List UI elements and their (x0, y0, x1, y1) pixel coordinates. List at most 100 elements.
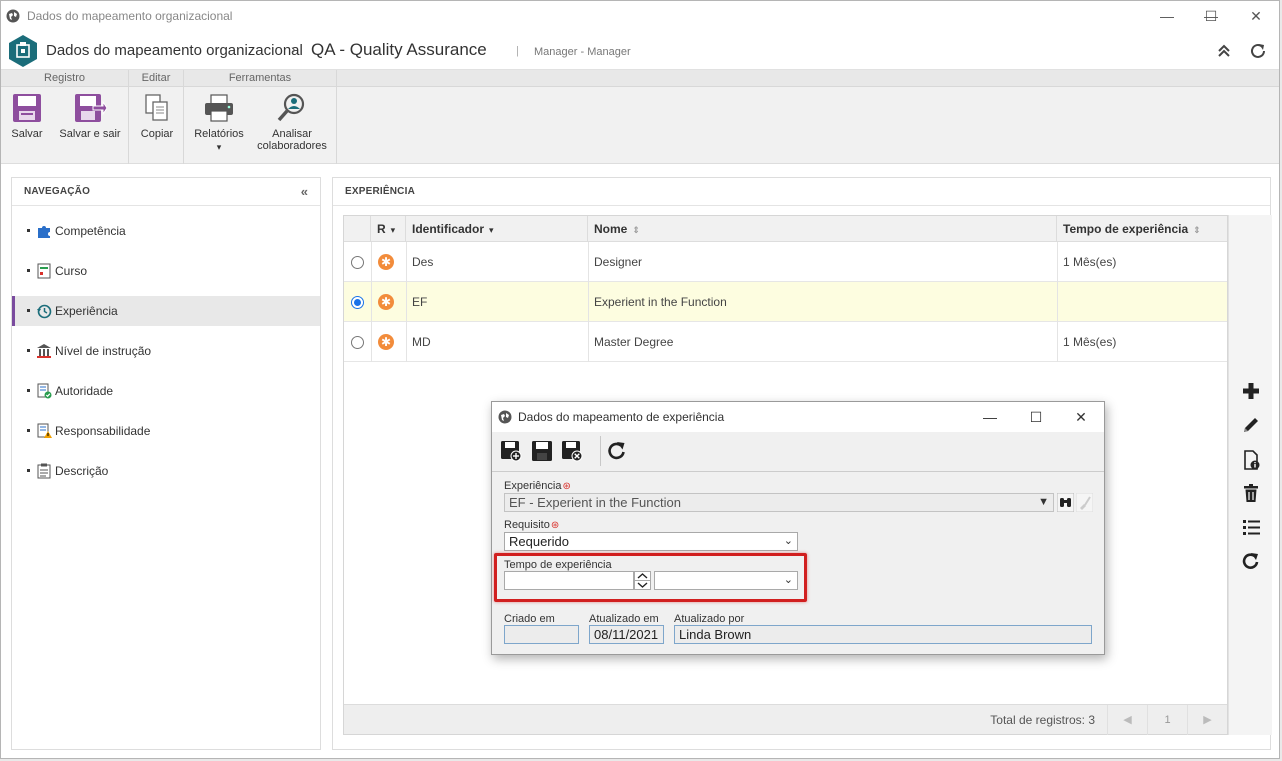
reports-label: Relatórios (194, 128, 244, 140)
copy-label: Copiar (140, 128, 174, 140)
copy-button[interactable]: Copiar (138, 92, 176, 140)
navigation-panel: NAVEGAÇÃO « Competência Curso Experiênci… (11, 177, 321, 750)
grid-header: R ▾ Identificador ▾ Nome ⇕ Tempo de experiê… (344, 216, 1227, 242)
requisito-select[interactable]: Requerido ⌄ (504, 532, 798, 551)
bullet (27, 429, 30, 432)
maximize-window-button[interactable]: ☐ (1188, 1, 1234, 31)
header-separator: | (516, 45, 519, 57)
nav-item-experiencia[interactable]: Experiência (12, 296, 320, 326)
column-divider (1057, 242, 1058, 362)
criado-em-field (504, 625, 579, 644)
experiencia-select[interactable]: EF - Experient in the Function ▼ (504, 493, 1054, 512)
column-label: Tempo de experiência (1063, 222, 1189, 236)
globe-icon (6, 9, 20, 23)
save-and-exit-label: Salvar e sair (59, 128, 121, 140)
printer-icon (205, 94, 233, 122)
required-status-icon: ✱ (378, 254, 394, 270)
collapse-panel-icon[interactable]: « (301, 184, 308, 199)
save-icon[interactable] (531, 440, 553, 462)
required-status-icon: ✱ (378, 334, 394, 350)
required-status-icon: ✱ (378, 294, 394, 310)
ribbon-toolbar: Registro Editar Ferramentas Salvar Salva… (1, 70, 1279, 164)
nav-item-responsabilidade[interactable]: Responsabilidade (12, 416, 320, 446)
column-label: R (377, 222, 386, 236)
column-header-tempo[interactable]: Tempo de experiência ⇕ (1057, 216, 1229, 242)
authority-check-icon (37, 383, 52, 399)
save-and-exit-button[interactable]: Salvar e sair (58, 92, 122, 140)
toolbar-separator (600, 436, 601, 466)
nav-item-label: Experiência (55, 304, 118, 318)
save-close-icon[interactable] (561, 440, 583, 462)
cell-tempo: 1 Mês(es) (1063, 335, 1117, 349)
nav-item-curso[interactable]: Curso (12, 256, 320, 286)
institution-icon (37, 344, 51, 358)
atualizado-por-field: Linda Brown (674, 625, 1092, 644)
dialog-maximize-button[interactable]: ☐ (1013, 402, 1059, 432)
cell-nome: Experient in the Function (594, 295, 727, 309)
atualizado-em-label: Atualizado em (589, 613, 659, 625)
chevron-down-icon: ⌄ (783, 535, 793, 547)
ribbon-group-title: Editar (129, 70, 183, 87)
binoculars-search-icon[interactable] (1057, 493, 1074, 512)
atualizado-em-field: 08/11/2021 (589, 625, 664, 644)
prev-page-button[interactable]: ◀ (1107, 705, 1147, 735)
nav-item-autoridade[interactable]: Autoridade (12, 376, 320, 406)
course-icon (37, 263, 51, 279)
minimize-window-button[interactable]: — (1144, 1, 1190, 31)
column-label: Nome (594, 222, 628, 236)
bullet (27, 309, 30, 312)
nav-item-nivel-instrucao[interactable]: Nível de instrução (12, 336, 320, 366)
requisito-label-text: Requisito (504, 519, 550, 531)
column-header-r[interactable]: R ▾ (371, 216, 406, 242)
window-title: Dados do mapeamento organizacional (27, 9, 233, 23)
row-radio[interactable] (351, 336, 364, 349)
required-mark-icon: ⊛ (562, 481, 571, 492)
dialog-close-button[interactable]: ✕ (1058, 402, 1104, 432)
title-bar: Dados do mapeamento organizacional (1, 1, 1279, 31)
total-records: Total de registros: 3 (990, 713, 1095, 727)
puzzle-icon (38, 226, 50, 238)
next-page-button[interactable]: ▶ (1187, 705, 1227, 735)
nav-item-descricao[interactable]: Descrição (12, 456, 320, 486)
row-radio[interactable] (351, 296, 364, 309)
app-logo-icon (9, 35, 37, 67)
dialog-toolbar (492, 432, 1104, 472)
ribbon-group-title: Registro (1, 70, 128, 87)
reports-button[interactable]: Relatórios ▾ (191, 92, 247, 152)
column-header-identificador[interactable]: Identificador ▾ (406, 216, 588, 242)
analyze-label-line1: Analisar (272, 128, 312, 140)
table-row[interactable]: ✱ Des Designer 1 Mês(es) (344, 242, 1227, 282)
table-row[interactable]: ✱ MD Master Degree 1 Mês(es) (344, 322, 1227, 362)
save-button[interactable]: Salvar (10, 92, 44, 140)
edit-pencil-icon[interactable] (1241, 415, 1261, 435)
refresh-icon[interactable] (606, 440, 628, 462)
refresh-icon[interactable] (1248, 41, 1268, 61)
navigation-list: Competência Curso Experiência Nível de i… (12, 216, 320, 486)
nav-item-label: Competência (55, 224, 126, 238)
document-info-icon[interactable] (1241, 450, 1261, 470)
nav-item-label: Nível de instrução (55, 344, 152, 358)
add-icon[interactable] (1241, 381, 1261, 401)
table-row[interactable]: ✱ EF Experient in the Function (344, 282, 1227, 322)
navigation-title: NAVEGAÇÃO (12, 178, 320, 206)
breadcrumb[interactable]: Dados do mapeamento organizacional (46, 42, 303, 59)
analyze-label-line2: colaboradores (257, 140, 327, 152)
row-radio[interactable] (351, 256, 364, 269)
reports-caret-icon: ▾ (216, 142, 222, 152)
analyze-employees-button[interactable]: Analisar colaboradores (255, 92, 329, 152)
delete-trash-icon[interactable] (1241, 483, 1261, 503)
save-icon (13, 94, 41, 122)
cell-identificador: EF (412, 295, 428, 309)
analyze-person-icon (277, 93, 305, 122)
cell-tempo: 1 Mês(es) (1063, 255, 1117, 269)
list-icon[interactable] (1241, 517, 1261, 537)
nav-item-competencia[interactable]: Competência (12, 216, 320, 246)
dialog-minimize-button[interactable]: — (967, 402, 1013, 432)
save-new-icon[interactable] (500, 440, 522, 462)
refresh-list-icon[interactable] (1241, 551, 1261, 571)
clear-brush-icon (1076, 493, 1093, 512)
column-header-nome[interactable]: Nome ⇕ (588, 216, 1057, 242)
close-window-button[interactable]: ✕ (1233, 1, 1279, 31)
collapse-header-icon[interactable] (1214, 41, 1234, 61)
chevron-down-icon: ▼ (1038, 496, 1049, 508)
